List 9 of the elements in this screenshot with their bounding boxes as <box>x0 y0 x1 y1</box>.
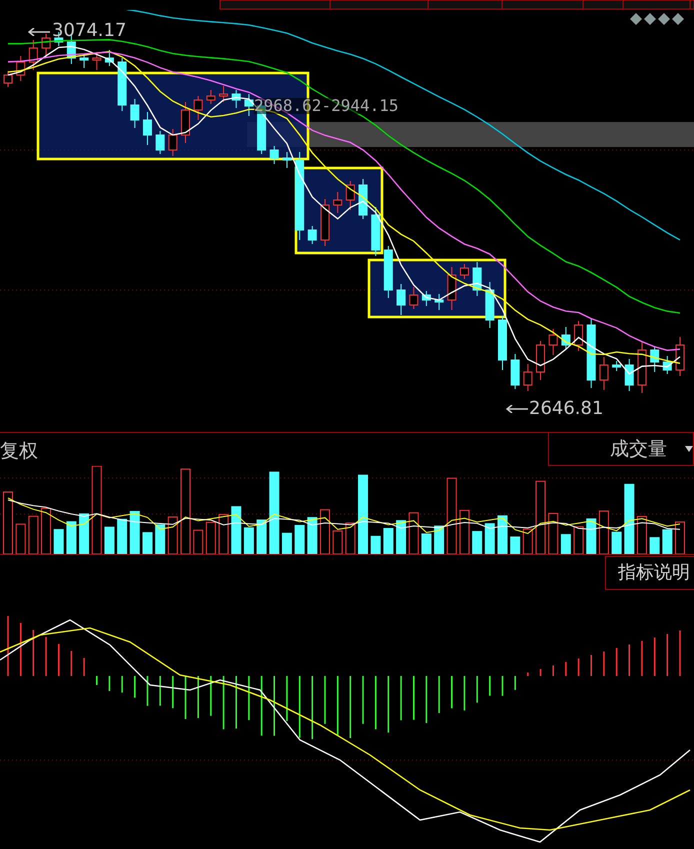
low-price-label: 2646.81 <box>529 400 604 418</box>
arrow-icon <box>506 405 528 413</box>
diamonds-icon[interactable] <box>630 13 684 25</box>
arrow-icon <box>28 28 50 36</box>
indicator-dropdown[interactable]: 成交量 <box>548 433 694 466</box>
high-price-label: 3074.17 <box>52 22 126 40</box>
indicator-help-button[interactable]: 指标说明 <box>605 556 694 590</box>
adjust-label[interactable]: 复权 <box>0 433 38 466</box>
caret-icon <box>685 446 693 452</box>
